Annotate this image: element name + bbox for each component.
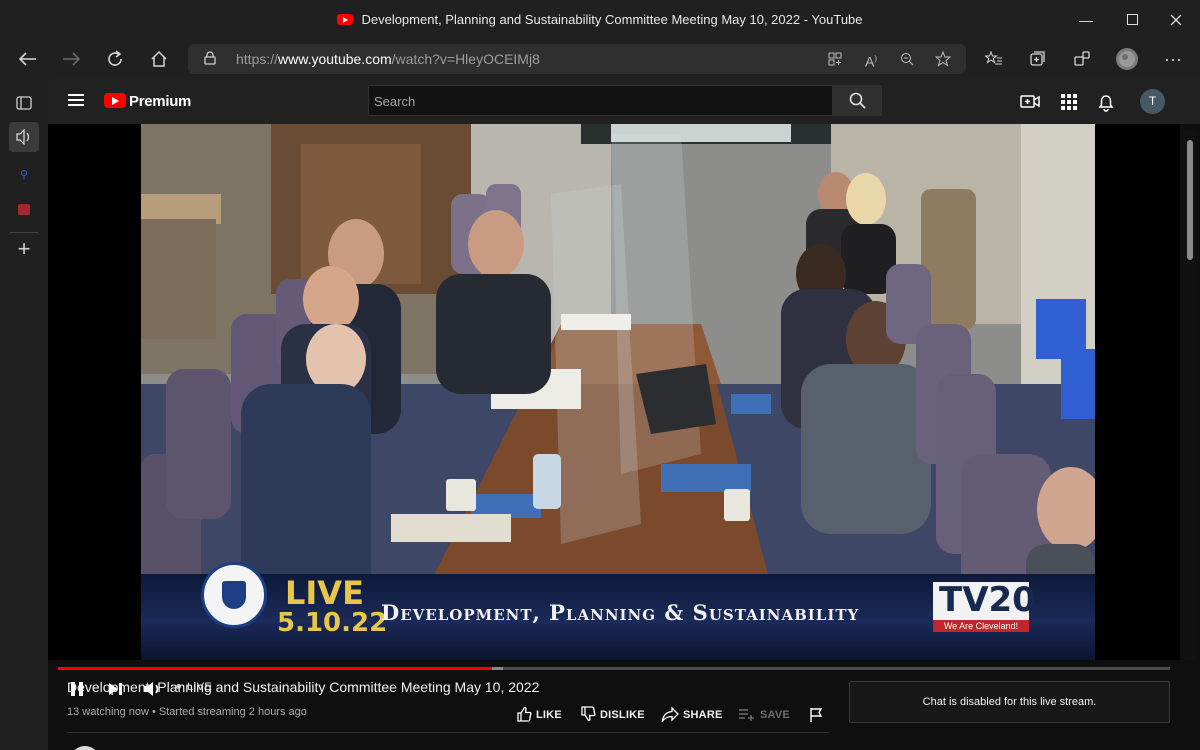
search-input[interactable]: Search — [368, 85, 833, 116]
banner-live-text: LIVE — [285, 574, 364, 612]
back-button[interactable] — [14, 46, 42, 72]
dislike-button[interactable]: DISLIKE — [580, 706, 645, 722]
red-tab-icon[interactable] — [9, 194, 39, 224]
lock-icon — [204, 51, 216, 65]
channel-avatar[interactable] — [70, 746, 100, 750]
progress-played — [58, 667, 492, 670]
video-meta: 13 watching now • Started streaming 2 ho… — [67, 706, 307, 718]
share-label: SHARE — [683, 709, 723, 721]
window-title: Development, Planning and Sustainability… — [0, 12, 1200, 27]
maximize-button[interactable] — [1112, 8, 1152, 32]
browser-title-bar: Development, Planning and Sustainability… — [0, 0, 1200, 40]
search-icon — [849, 92, 866, 109]
share-button[interactable]: SHARE — [661, 706, 723, 724]
dislike-label: DISLIKE — [600, 709, 645, 721]
home-button[interactable] — [145, 46, 173, 72]
progress-bar[interactable] — [58, 667, 1170, 670]
browser-sidebar: ⚲ + — [0, 78, 48, 750]
new-tab-button[interactable]: + — [9, 234, 39, 264]
youtube-favicon-icon — [337, 14, 354, 25]
favorites-icon[interactable] — [980, 46, 1008, 72]
thumbs-down-icon — [581, 706, 596, 722]
url-text: https://www.youtube.com/watch?v=HleyOCEI… — [236, 51, 540, 67]
live-chat-disabled-panel: Chat is disabled for this live stream. — [849, 681, 1170, 723]
youtube-play-icon — [104, 93, 126, 108]
youtube-header: Premium Search T — [48, 78, 1200, 124]
chat-disabled-message: Chat is disabled for this live stream. — [922, 696, 1097, 708]
youtube-page: Premium Search T LIVE 5.10.22 Developmen… — [48, 78, 1200, 750]
page-scrollbar[interactable] — [1184, 130, 1196, 660]
add-favorite-icon[interactable] — [932, 49, 954, 69]
read-aloud-icon[interactable]: A) — [860, 49, 882, 70]
share-icon — [661, 706, 679, 724]
youtube-logo[interactable]: Premium — [104, 93, 191, 111]
forward-button[interactable] — [57, 46, 85, 72]
video-title: Development, Planning and Sustainability… — [67, 679, 540, 695]
apps-grid-icon[interactable] — [1059, 92, 1079, 112]
menu-icon[interactable] — [68, 94, 84, 106]
window-title-text: Development, Planning and Sustainability… — [361, 12, 863, 27]
close-window-button[interactable] — [1156, 8, 1196, 32]
video-frame[interactable]: LIVE 5.10.22 Development, Planning & Sus… — [141, 124, 1095, 660]
tv20-logo: TV20 We Are Cleveland! — [933, 580, 1036, 632]
address-bar[interactable]: https://www.youtube.com/watch?v=HleyOCEI… — [188, 44, 966, 74]
tab-actions-icon[interactable] — [9, 88, 39, 118]
report-flag-icon[interactable] — [808, 707, 824, 723]
search-placeholder: Search — [374, 94, 416, 109]
audio-tab-icon[interactable] — [9, 122, 39, 152]
profile-avatar[interactable] — [1113, 46, 1141, 72]
progress-buffer — [491, 667, 503, 670]
search-button[interactable] — [833, 85, 882, 116]
more-options-icon[interactable]: ··· — [1159, 46, 1187, 72]
scrollbar-thumb[interactable] — [1187, 140, 1193, 260]
search-tab-icon[interactable]: ⚲ — [9, 160, 39, 190]
premium-label: Premium — [129, 93, 192, 110]
zoom-out-icon[interactable] — [896, 49, 918, 69]
content-divider — [67, 732, 829, 733]
sidebar-divider — [10, 232, 38, 233]
browser-toolbar: https://www.youtube.com/watch?v=HleyOCEI… — [0, 40, 1200, 78]
video-player[interactable]: LIVE 5.10.22 Development, Planning & Sus… — [48, 124, 1180, 697]
account-avatar[interactable]: T — [1140, 89, 1165, 114]
like-label: LIKE — [536, 709, 562, 721]
banner-date-text: 5.10.22 — [277, 608, 388, 638]
minimize-button[interactable]: — — [1066, 8, 1106, 32]
banner-committee-text: Development, Planning & Sustainability — [381, 600, 860, 625]
extensions-icon[interactable] — [1068, 46, 1096, 72]
apps-available-icon[interactable] — [824, 49, 846, 69]
create-video-icon[interactable] — [1020, 92, 1040, 112]
lower-third-banner: LIVE 5.10.22 Development, Planning & Sus… — [141, 562, 1095, 660]
notifications-bell-icon[interactable] — [1096, 92, 1116, 112]
tv20-logo-text: TV20 — [939, 580, 1036, 620]
thumbs-up-icon — [517, 706, 532, 722]
like-button[interactable]: LIKE — [516, 706, 562, 722]
add-to-playlist-icon — [739, 709, 754, 721]
cleveland-city-council-seal — [201, 562, 267, 628]
save-label: SAVE — [760, 709, 790, 721]
save-button[interactable]: SAVE — [738, 706, 790, 722]
collections-icon[interactable] — [1024, 46, 1052, 72]
refresh-button[interactable] — [101, 46, 129, 72]
tv20-tagline: We Are Cleveland! — [933, 620, 1029, 632]
